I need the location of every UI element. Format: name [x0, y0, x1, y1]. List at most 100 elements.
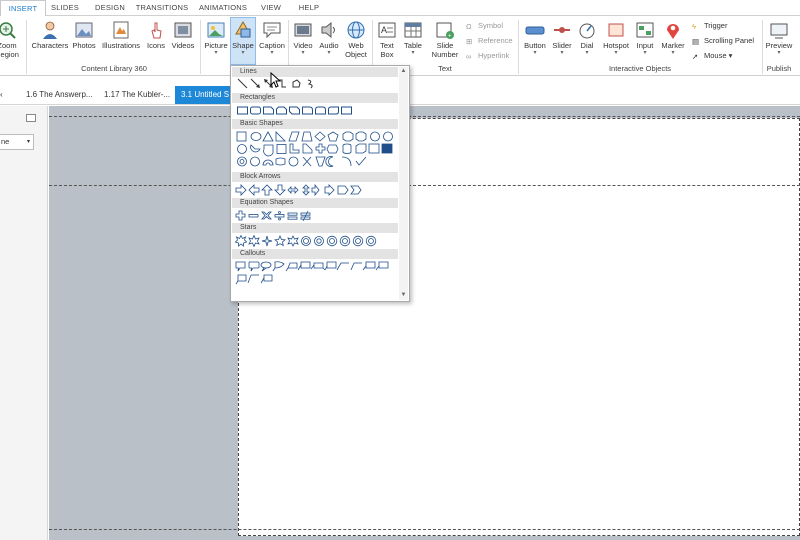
- slide-tab-1-17[interactable]: 1.17 The Kubler-...: [104, 86, 174, 104]
- caption-button[interactable]: Caption ▾: [256, 18, 288, 64]
- trigger-button[interactable]: ϟ Trigger: [692, 20, 727, 32]
- stars-icon[interactable]: [235, 235, 395, 247]
- basic-shapes-icon[interactable]: [235, 131, 395, 169]
- separator: [200, 20, 201, 74]
- slide-number-label-1: Slide: [436, 41, 454, 50]
- tab-insert[interactable]: INSERT: [0, 0, 46, 17]
- picture-icon: [207, 22, 225, 38]
- icons-button[interactable]: Icons: [144, 18, 168, 64]
- video-button[interactable]: Video ▾: [290, 18, 316, 64]
- icons-label: Icons: [147, 41, 165, 50]
- interactive-objects-group-label: Interactive Objects: [608, 64, 672, 73]
- slide-tab-3-1[interactable]: 3.1 Untitled S: [175, 86, 231, 104]
- hotspot-button[interactable]: Hotspot ▾: [600, 18, 632, 64]
- table-button[interactable]: Table ▾: [400, 18, 426, 64]
- marker-button[interactable]: Marker ▾: [658, 18, 688, 64]
- mouse-button[interactable]: ➚ Mouse ▾: [692, 50, 732, 62]
- snip-rectangle-shape-icon[interactable]: [263, 105, 274, 116]
- chevron-down-icon: ▾: [728, 51, 733, 60]
- slider-label: Slider: [552, 41, 572, 50]
- block-arrows-icon[interactable]: [235, 184, 395, 196]
- tab-transitions[interactable]: TRANSITIONS: [134, 0, 190, 16]
- callouts-icon[interactable]: [235, 261, 400, 285]
- left-panel-select[interactable]: ne ▾: [0, 134, 34, 150]
- mouse-label: Mouse: [704, 51, 727, 60]
- chevron-down-icon: ▾: [26, 139, 30, 145]
- section-basic-shapes: Basic Shapes: [232, 119, 398, 129]
- videos-button[interactable]: Videos: [168, 18, 198, 64]
- line-shape-icon[interactable]: [237, 78, 248, 89]
- illustration-icon: [113, 21, 129, 39]
- tab-slides[interactable]: SLIDES: [46, 0, 84, 16]
- illustrations-button[interactable]: Illustrations: [100, 18, 142, 64]
- globe-icon: [347, 21, 365, 39]
- input-button[interactable]: Input ▾: [632, 18, 658, 64]
- chevron-down-icon: ▾: [214, 50, 218, 56]
- slide-number-button[interactable]: + Slide Number: [428, 18, 462, 64]
- chevron-down-icon: ▾: [671, 50, 675, 56]
- hand-icon: [151, 22, 162, 39]
- separator: [26, 20, 27, 74]
- section-rectangles: Rectangles: [232, 93, 398, 103]
- preview-icon: [770, 23, 788, 39]
- separator: [518, 20, 519, 74]
- round-single-corner-rectangle-shape-icon[interactable]: [302, 105, 313, 116]
- guide-line: [49, 185, 800, 186]
- tab-design[interactable]: DESIGN: [88, 0, 132, 16]
- chevron-down-icon: ▾: [301, 50, 305, 56]
- scribble-shape-icon[interactable]: [305, 78, 316, 89]
- scrolling-panel-button[interactable]: ▤ Scrolling Panel: [692, 35, 754, 47]
- preview-button[interactable]: Preview ▾: [764, 18, 794, 64]
- slider-button[interactable]: Slider ▾: [550, 18, 574, 64]
- arrow-line-shape-icon[interactable]: [250, 78, 261, 89]
- text-box-label-1: Text: [380, 41, 394, 50]
- slide-tab-1-6[interactable]: 1.6 The Answerp...: [26, 86, 98, 104]
- dropdown-scrollbar[interactable]: ▲ ▼: [399, 67, 408, 300]
- symbol-label: Symbol: [478, 21, 504, 30]
- zoom-label-2: Region: [0, 50, 19, 59]
- mouse-icon: ➚: [692, 52, 699, 61]
- tab-animations[interactable]: ANIMATIONS: [196, 0, 250, 16]
- hotspot-icon: [608, 23, 624, 37]
- reference-icon: ⊞: [466, 37, 473, 46]
- text-box-button[interactable]: A Text Box: [374, 18, 400, 64]
- zoom-region-button[interactable]: Zoom Region: [0, 18, 22, 64]
- shape-button[interactable]: Shape ▾: [230, 17, 256, 65]
- symbol-button[interactable]: Ω Symbol: [466, 20, 503, 32]
- snip-same-side-rectangle-shape-icon[interactable]: [276, 105, 287, 116]
- ribbon-tab-bar: INSERT SLIDES DESIGN TRANSITIONS ANIMATI…: [0, 0, 800, 17]
- snip-round-rectangle-shape-icon[interactable]: [341, 105, 352, 116]
- chevron-down-icon: ▾: [241, 50, 245, 56]
- hotspot-label: Hotspot: [603, 41, 629, 50]
- audio-button[interactable]: Audio ▾: [316, 18, 342, 64]
- button-button[interactable]: Button ▾: [520, 18, 550, 64]
- freeform-shape-icon[interactable]: [291, 78, 302, 89]
- chevron-left-icon[interactable]: ‹: [0, 86, 8, 104]
- hyperlink-button[interactable]: ∞ Hyperlink: [466, 50, 509, 62]
- tab-help[interactable]: HELP: [294, 0, 324, 16]
- chevron-down-icon: ▾: [411, 50, 415, 56]
- characters-button[interactable]: Characters: [30, 18, 70, 64]
- section-equation-shapes: Equation Shapes: [232, 198, 398, 208]
- round-diagonal-rectangle-shape-icon[interactable]: [328, 105, 339, 116]
- photos-button[interactable]: Photos: [70, 18, 98, 64]
- dial-button[interactable]: Dial ▾: [574, 18, 600, 64]
- reference-button[interactable]: ⊞ Reference: [466, 35, 513, 47]
- chevron-down-icon[interactable]: ▼: [399, 291, 408, 300]
- equation-shapes-icon[interactable]: [235, 210, 325, 222]
- round-same-side-rectangle-shape-icon[interactable]: [315, 105, 326, 116]
- pin-icon[interactable]: [26, 114, 36, 122]
- chevron-up-icon[interactable]: ▲: [399, 67, 408, 76]
- rectangle-shape-icon[interactable]: [237, 105, 248, 116]
- slide-canvas: [49, 106, 800, 540]
- video-label: Video: [293, 41, 313, 50]
- web-object-button[interactable]: Web Object: [342, 18, 370, 64]
- tab-view[interactable]: VIEW: [256, 0, 286, 16]
- cursor-icon: [270, 72, 282, 88]
- snip-diagonal-rectangle-shape-icon[interactable]: [289, 105, 300, 116]
- photo-icon: [75, 22, 93, 38]
- rounded-rectangle-shape-icon[interactable]: [250, 105, 261, 116]
- input-label: Input: [636, 41, 654, 50]
- svg-text:A: A: [381, 25, 387, 35]
- picture-button[interactable]: Picture ▾: [202, 18, 230, 64]
